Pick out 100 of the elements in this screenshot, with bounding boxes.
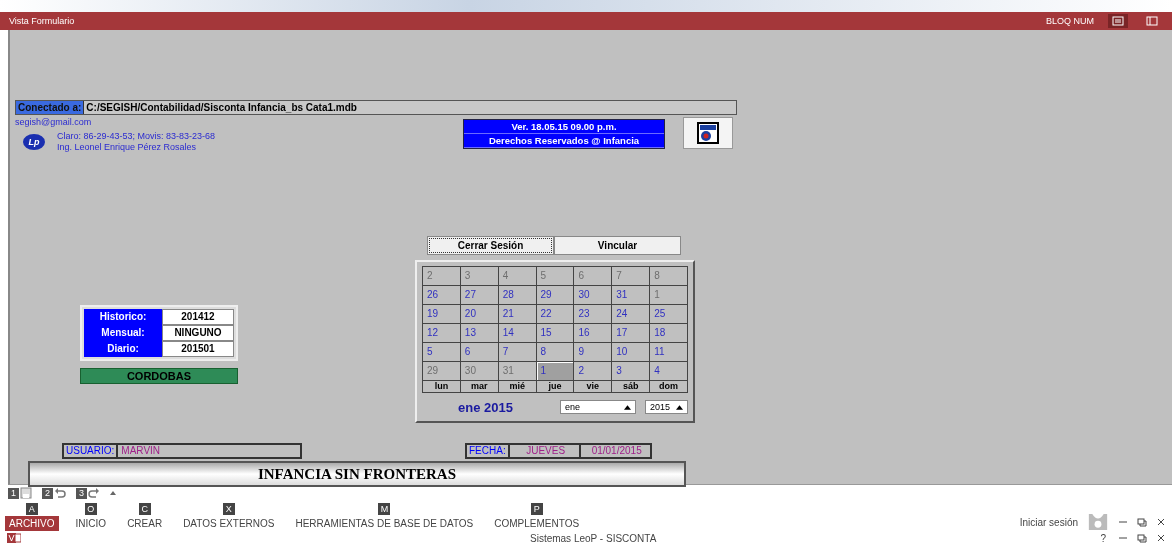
calendar-day[interactable]: 31 — [498, 362, 536, 380]
keytip-badge: O — [84, 503, 97, 515]
dropdown-arrow-icon — [676, 404, 683, 410]
copyright-text: Derechos Reservados @ Infancia — [464, 134, 664, 148]
calendar-day[interactable]: 27 — [460, 286, 498, 304]
calendar-day[interactable]: 3 — [612, 362, 650, 380]
calendar-day[interactable]: 21 — [498, 305, 536, 323]
calendar-day[interactable]: 20 — [460, 305, 498, 323]
weekday-header: mié — [498, 381, 536, 392]
close-icon[interactable] — [1156, 533, 1166, 543]
calendar-day[interactable]: 24 — [612, 305, 650, 323]
calendar-day[interactable]: 25 — [650, 305, 687, 323]
calendar-day[interactable]: 12 — [423, 324, 460, 342]
keytip-badge: C — [138, 503, 151, 515]
calendar-day[interactable]: 31 — [612, 286, 650, 304]
calendar-day[interactable]: 8 — [650, 267, 687, 285]
ribbon-tab[interactable]: COMPLEMENTOS — [490, 516, 584, 531]
period-label: Mensual: — [84, 325, 162, 341]
company-logo: Lp — [23, 134, 45, 150]
ribbon-tab[interactable]: DATOS EXTERNOS — [179, 516, 279, 531]
exit-logo-icon — [696, 121, 720, 145]
calendar-day[interactable]: 9 — [574, 343, 612, 361]
calendar-day[interactable]: 29 — [536, 286, 574, 304]
year-dropdown[interactable]: 2015 — [645, 400, 688, 414]
keytip-badge: 1 — [8, 487, 19, 499]
ribbon-tab[interactable]: INICIO — [71, 516, 111, 531]
num-lock-indicator: BLOQ NUM — [1046, 16, 1094, 26]
calendar-day[interactable]: 14 — [498, 324, 536, 342]
access-app-icon[interactable] — [7, 533, 21, 543]
calendar-day[interactable]: 2 — [574, 362, 612, 380]
currency-bar: CORDOBAS — [80, 368, 238, 384]
calendar-day[interactable]: 17 — [612, 324, 650, 342]
calendar-day[interactable]: 5 — [536, 267, 574, 285]
help-button[interactable]: ? — [1097, 532, 1109, 544]
period-label: Diario: — [84, 341, 162, 357]
calendar-day[interactable]: 28 — [498, 286, 536, 304]
calendar-day[interactable]: 2 — [423, 267, 460, 285]
calendar-day[interactable]: 30 — [574, 286, 612, 304]
calendar-day[interactable]: 11 — [650, 343, 687, 361]
restore-icon[interactable] — [1137, 533, 1147, 543]
calendar-day[interactable]: 30 — [460, 362, 498, 380]
email-link[interactable]: segish@gmail.com — [15, 117, 92, 127]
ribbon-tab[interactable]: ARCHIVO — [5, 516, 59, 531]
calendar-day[interactable]: 1 — [536, 362, 574, 380]
weekday-header: sáb — [612, 381, 650, 392]
calendar-day[interactable]: 13 — [460, 324, 498, 342]
calendar-day[interactable]: 6 — [460, 343, 498, 361]
undo-icon[interactable] — [54, 487, 66, 499]
weekday-header: mar — [460, 381, 498, 392]
calendar-day[interactable]: 18 — [650, 324, 687, 342]
form-view-icon[interactable] — [1108, 14, 1128, 28]
calendar-day[interactable]: 8 — [536, 343, 574, 361]
calendar-day[interactable]: 15 — [536, 324, 574, 342]
period-value: 201501 — [162, 341, 234, 357]
form-banner: INFANCIA SIN FRONTERAS — [28, 461, 686, 487]
calendar-day[interactable]: 7 — [498, 343, 536, 361]
calendar-day[interactable]: 4 — [650, 362, 687, 380]
ribbon-tab[interactable]: HERRAMIENTAS DE BASE DE DATOS — [291, 516, 478, 531]
date-value: 01/01/2015 — [590, 445, 643, 457]
version-text: Ver. 18.05.15 09.00 p.m. — [464, 120, 664, 134]
calendar-day[interactable]: 10 — [612, 343, 650, 361]
calendar-day[interactable]: 5 — [423, 343, 460, 361]
calendar-day[interactable]: 16 — [574, 324, 612, 342]
exit-button[interactable] — [683, 117, 733, 149]
keytip-badge: 2 — [42, 487, 53, 499]
keytip-badge: 3 — [76, 487, 87, 499]
form-button[interactable]: Vincular — [554, 236, 681, 255]
save-icon[interactable] — [20, 487, 32, 499]
month-dropdown[interactable]: ene — [560, 400, 636, 414]
calendar-day[interactable]: 29 — [423, 362, 460, 380]
restore-icon[interactable] — [1137, 517, 1147, 527]
connection-label: Conectado a: — [16, 101, 85, 114]
customize-caret-icon[interactable] — [110, 491, 116, 495]
calendar-month-title: ene 2015 — [458, 399, 514, 415]
calendar-day[interactable]: 19 — [423, 305, 460, 323]
period-value: NINGUNO — [162, 325, 234, 341]
calendar-day[interactable]: 26 — [423, 286, 460, 304]
sign-in-link[interactable]: Iniciar sesión — [1019, 516, 1078, 528]
weekday-header: dom — [650, 381, 687, 392]
weekday-header: jue — [536, 381, 574, 392]
close-icon[interactable] — [1156, 517, 1166, 527]
calendar-day[interactable]: 4 — [498, 267, 536, 285]
user-value: MARVIN — [120, 445, 162, 457]
ribbon-tab[interactable]: CREAR — [123, 516, 167, 531]
period-value: 201412 — [162, 309, 234, 325]
phone-text: Claro: 86-29-43-53; Movis: 83-83-23-68 — [57, 131, 216, 142]
date-label: FECHA: — [467, 445, 510, 457]
weekday-value: JUEVES — [509, 445, 581, 457]
calendar-day[interactable]: 23 — [574, 305, 612, 323]
redo-icon[interactable] — [88, 487, 100, 499]
form-button[interactable]: Cerrar Sesión — [427, 236, 554, 255]
calendar-day[interactable]: 22 — [536, 305, 574, 323]
view-mode-text: Vista Formulario — [9, 16, 75, 26]
keytip-badge: A — [25, 503, 38, 515]
calendar-day[interactable]: 7 — [612, 267, 650, 285]
user-label: USUARIO: — [64, 445, 119, 457]
period-label: Historico: — [84, 309, 162, 325]
calendar-day[interactable]: 3 — [460, 267, 498, 285]
calendar-day[interactable]: 1 — [650, 286, 687, 304]
calendar-day[interactable]: 6 — [574, 267, 612, 285]
